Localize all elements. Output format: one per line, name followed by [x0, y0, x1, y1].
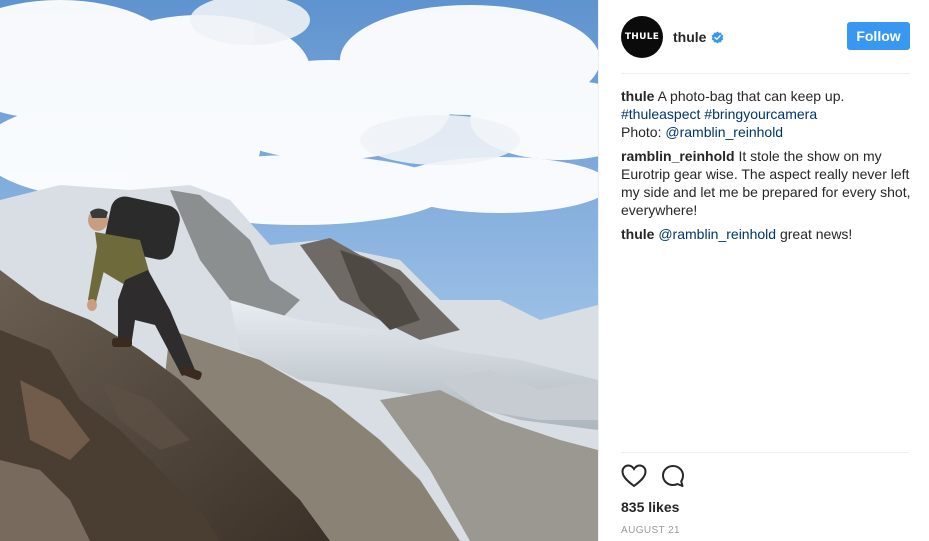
comment-text: A photo-bag that can keep up.	[657, 88, 845, 104]
comment-text: great news!	[779, 226, 853, 242]
comment-username[interactable]: thule	[621, 226, 654, 242]
mountain-climber-image	[0, 0, 598, 541]
post-date[interactable]: AUGUST 21	[621, 525, 909, 536]
photo-credit-mention[interactable]: @ramblin_reinhold	[665, 124, 783, 140]
heart-icon[interactable]	[621, 463, 647, 491]
likes-count[interactable]: 835 likes	[621, 499, 909, 515]
comment-username[interactable]: ramblin_reinhold	[621, 148, 735, 164]
post-footer: 835 likes AUGUST 21	[621, 452, 909, 536]
avatar-logo-text: THULE	[624, 32, 660, 42]
comment-item: ramblin_reinhold It stole the show on my…	[621, 147, 911, 219]
photo-credit-label: Photo:	[621, 124, 662, 140]
comment-username[interactable]: thule	[621, 88, 654, 104]
comment-icon[interactable]	[661, 464, 685, 491]
post-photo[interactable]	[0, 0, 598, 541]
post: THULE thule Follow thule A photo-bag tha…	[0, 0, 929, 541]
follow-button[interactable]: Follow	[847, 22, 910, 50]
comment-item: thule @ramblin_reinhold great news!	[621, 225, 911, 243]
post-sidebar: THULE thule Follow thule A photo-bag tha…	[598, 0, 929, 541]
caption-comment: thule A photo-bag that can keep up. #thu…	[621, 87, 911, 141]
hashtags-link[interactable]: #thuleaspect #bringyourcamera	[621, 106, 817, 122]
post-header: THULE thule Follow	[599, 0, 929, 74]
avatar[interactable]: THULE	[621, 16, 663, 58]
action-bar	[621, 463, 909, 491]
verified-badge-icon	[711, 31, 724, 44]
header-username[interactable]: thule	[673, 29, 706, 45]
comment-mention[interactable]: @ramblin_reinhold	[658, 226, 776, 242]
comments-list: thule A photo-bag that can keep up. #thu…	[621, 87, 911, 249]
